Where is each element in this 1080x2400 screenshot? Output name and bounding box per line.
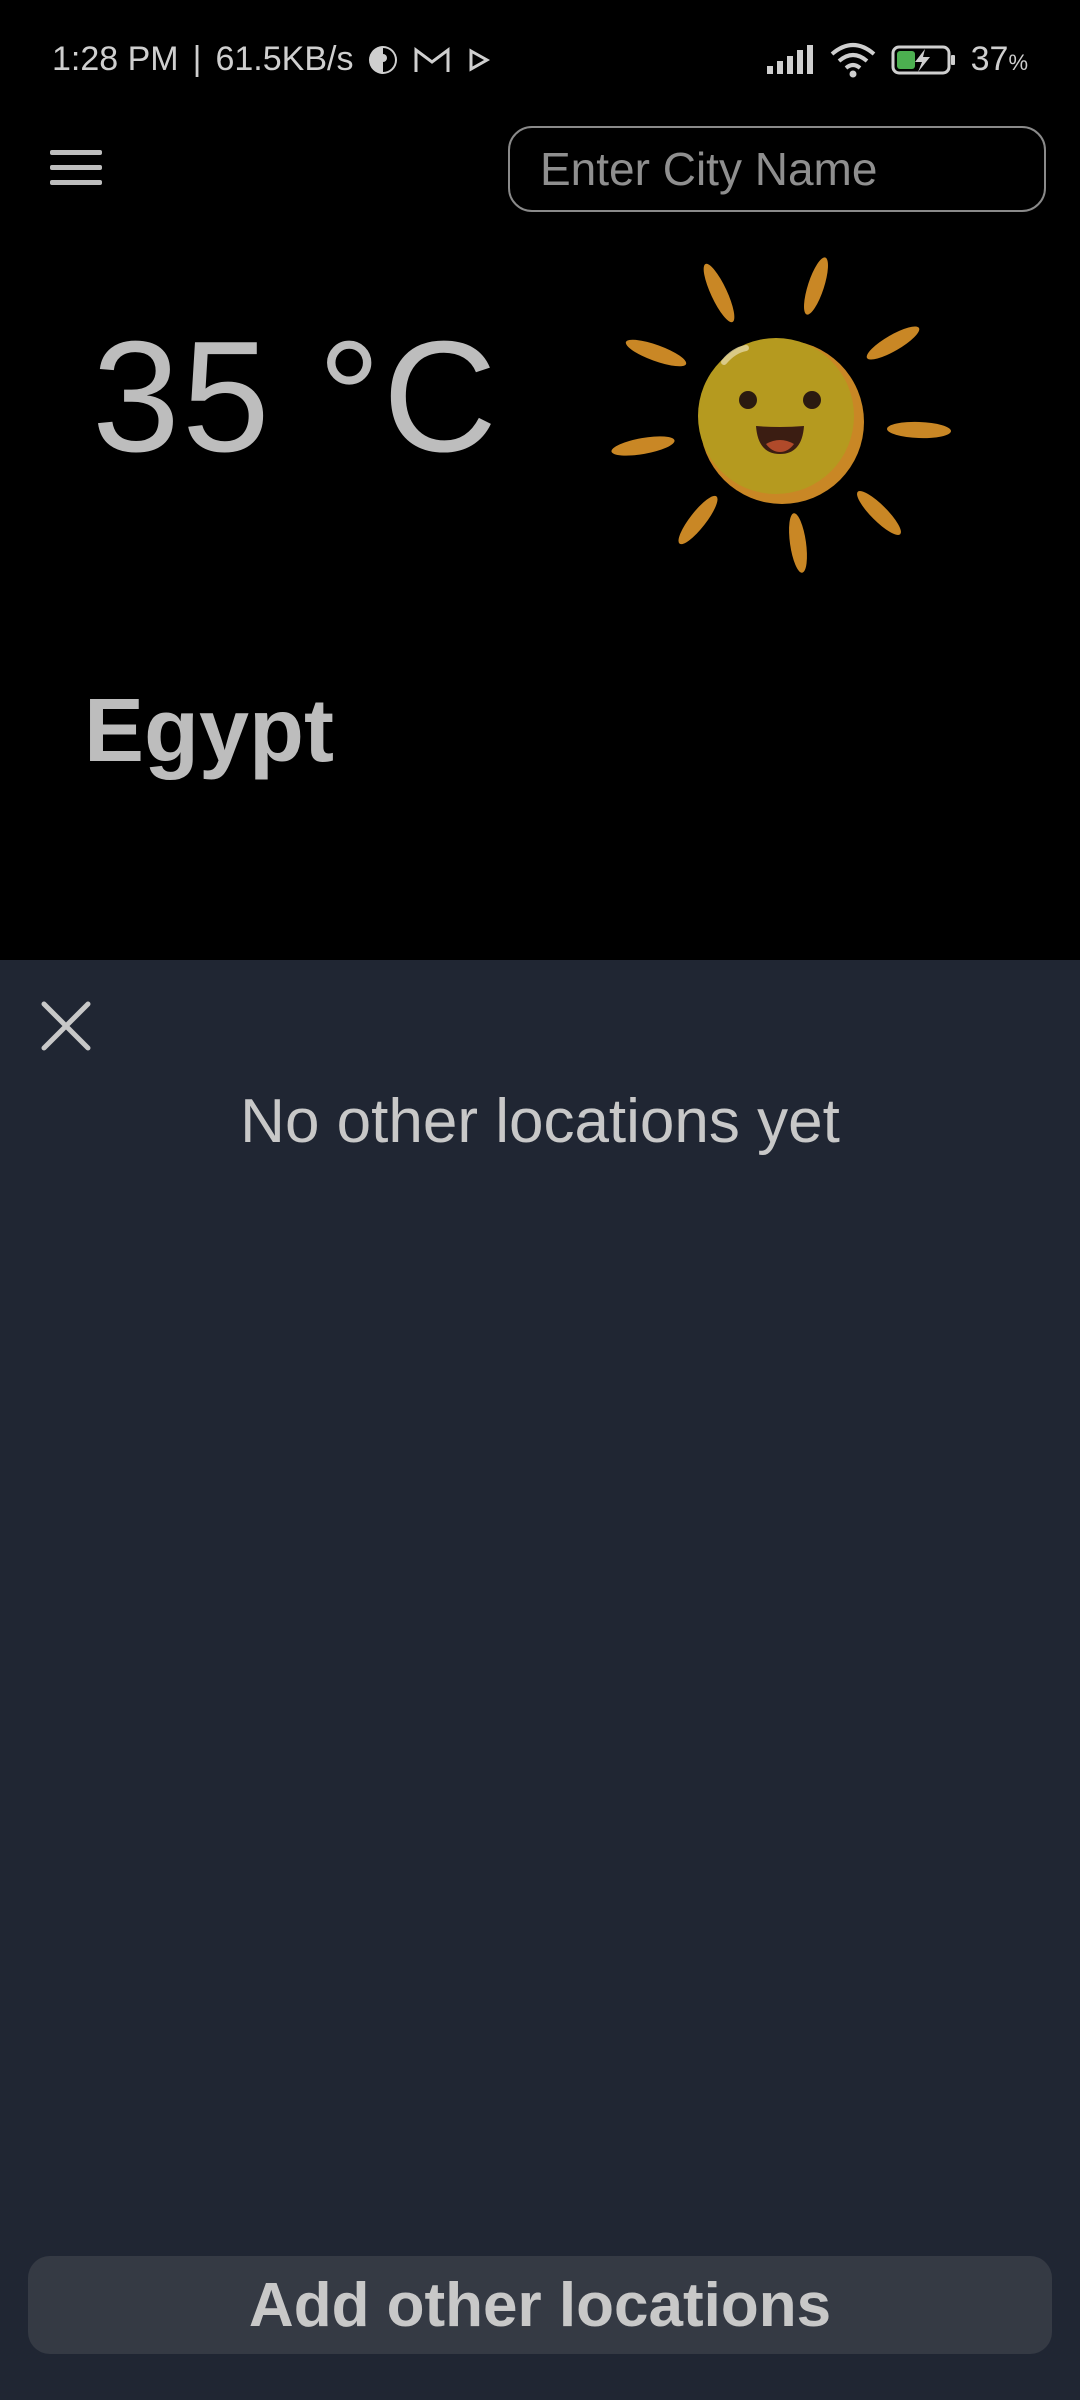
battery-percent: 37 bbox=[970, 40, 1009, 78]
network-speed: 61.5KB/s bbox=[215, 40, 354, 78]
status-bar: 1:28 PM | 61.5KB/s 37% bbox=[0, 0, 1080, 120]
status-time: 1:28 PM bbox=[52, 40, 179, 78]
sun-icon bbox=[606, 250, 956, 580]
menu-line bbox=[50, 150, 102, 155]
menu-line bbox=[50, 165, 102, 170]
locations-bottom-sheet: No other locations yet Add other locatio… bbox=[0, 960, 1080, 2400]
temperature-value: 35 °C bbox=[92, 309, 499, 485]
city-search-input[interactable] bbox=[508, 126, 1046, 212]
app-notification-icon bbox=[367, 44, 399, 76]
battery-charging-icon bbox=[891, 44, 957, 76]
weather-screen: 1:28 PM | 61.5KB/s 37% Enter City Name 3… bbox=[0, 0, 1080, 2400]
status-left: 1:28 PM | 61.5KB/s bbox=[52, 40, 491, 79]
wifi-icon bbox=[829, 42, 877, 78]
battery-level: 37% bbox=[971, 40, 1028, 79]
close-icon[interactable] bbox=[36, 996, 96, 1056]
empty-locations-message: No other locations yet bbox=[240, 1087, 840, 1156]
play-icon bbox=[465, 47, 491, 73]
city-name: Egypt bbox=[84, 681, 335, 781]
signal-icon bbox=[765, 44, 815, 76]
add-other-locations-button[interactable]: Add other locations bbox=[28, 2256, 1052, 2354]
battery-unit: % bbox=[1008, 50, 1028, 75]
status-right: 37% bbox=[765, 40, 1028, 79]
menu-line bbox=[50, 180, 102, 185]
hamburger-menu-icon[interactable] bbox=[50, 148, 106, 192]
status-separator: | bbox=[192, 40, 202, 78]
gmail-icon bbox=[413, 45, 451, 75]
